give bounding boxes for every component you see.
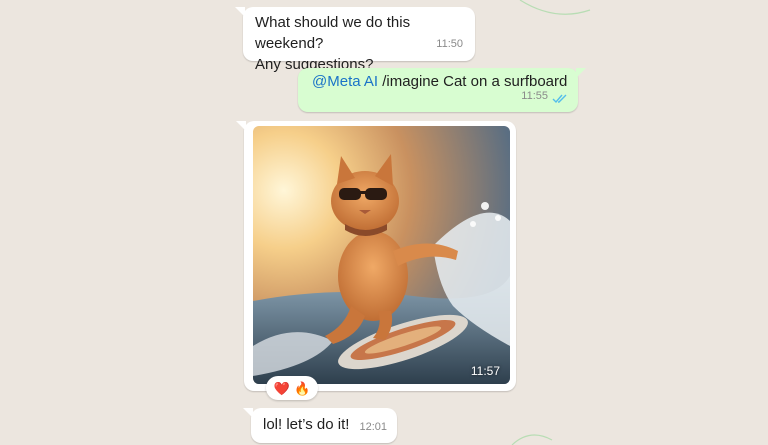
bubble-tail (236, 121, 246, 131)
message-time: 12:01 (359, 421, 387, 433)
heart-icon: ❤️ (273, 380, 290, 396)
fire-icon: 🔥 (294, 380, 311, 396)
double-check-icon (552, 94, 567, 104)
bubble-tail (576, 68, 586, 78)
message-time: 11:50 (436, 38, 463, 50)
image-message-bubble[interactable]: 11:57 (236, 121, 516, 391)
bubble-tail (243, 408, 253, 418)
message-bubble-outgoing[interactable]: @Meta AI /imagine Cat on a surfboard 11:… (298, 68, 586, 112)
cat-on-surfboard-illustration (253, 126, 510, 384)
message-bubble-incoming[interactable]: lol! let’s do it! 12:01 (243, 408, 397, 443)
message-time: 11:55 (521, 90, 548, 102)
message-text: lol! let’s do it! (263, 416, 350, 433)
reactions-pill[interactable]: ❤️ 🔥 (266, 376, 318, 400)
message-bubble-incoming[interactable]: What should we do this weekend? Any sugg… (235, 7, 475, 73)
cat-on-surfboard-image[interactable]: 11:57 (253, 126, 510, 384)
bubble-tail (235, 7, 245, 17)
meta-ai-mention[interactable]: @Meta AI (312, 73, 378, 90)
image-time: 11:57 (470, 364, 500, 378)
